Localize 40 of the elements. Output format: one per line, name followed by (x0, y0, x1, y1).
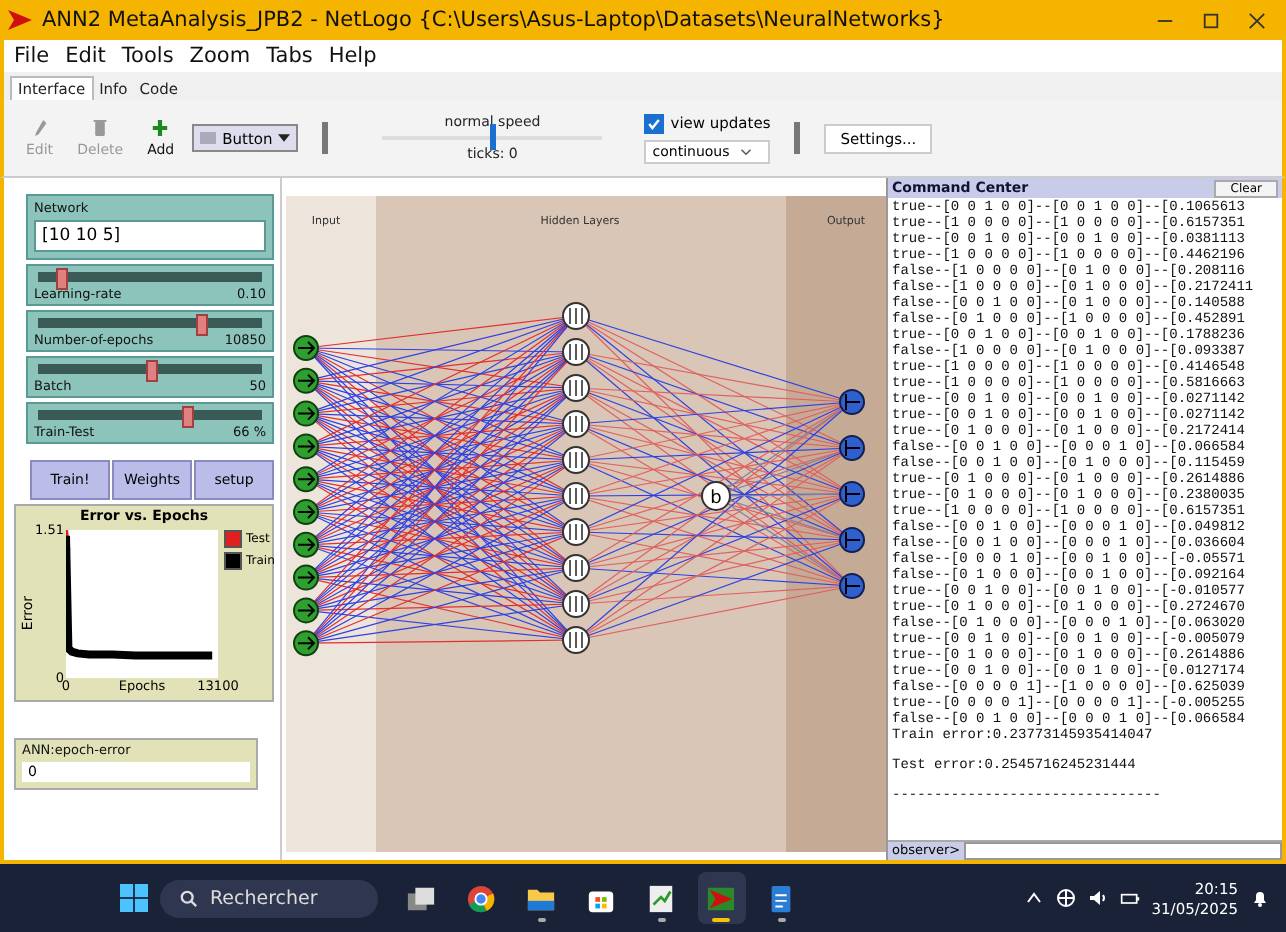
command-input[interactable] (964, 842, 1282, 860)
window-title: ANN2 MetaAnalysis_JPB2 - NetLogo {C:\Users\Asus-Laptop\Datasets\NeuralNetworks} (42, 8, 947, 32)
chevron-down-icon (739, 147, 752, 155)
slider-thumb[interactable] (195, 314, 208, 336)
slider-thumb[interactable] (146, 360, 158, 382)
windows-logo-icon[interactable] (120, 884, 148, 912)
legend-swatch (224, 530, 242, 548)
menu-item[interactable]: Tabs (266, 44, 313, 68)
battery-icon[interactable] (1119, 888, 1140, 908)
search-icon (180, 889, 198, 907)
task-view-icon (406, 883, 437, 913)
menu-item[interactable]: Help (328, 44, 377, 68)
menu-item[interactable]: Edit (65, 44, 106, 68)
menu-item[interactable]: File (14, 44, 50, 68)
globe-icon[interactable] (1055, 888, 1076, 908)
legend-swatch (224, 552, 242, 570)
plus-icon (152, 118, 169, 138)
pencil-icon (31, 118, 48, 138)
taskbar-app[interactable] (697, 872, 746, 924)
trash-icon (92, 118, 109, 138)
network-field[interactable]: [10 10 5] (34, 220, 266, 252)
maximize-icon[interactable] (1202, 11, 1220, 29)
close-icon[interactable] (1248, 11, 1266, 29)
netlogo-app-icon (706, 883, 737, 913)
slider-thumb[interactable] (56, 268, 69, 290)
menu-item[interactable]: Tools (121, 44, 174, 68)
chart-notepad-icon (646, 883, 677, 913)
speed-slider-thumb[interactable] (489, 124, 496, 150)
menu-item[interactable]: Zoom (189, 44, 251, 68)
bell-icon[interactable] (1250, 888, 1270, 908)
slider-thumb[interactable] (181, 406, 194, 428)
widget-icon (200, 132, 217, 144)
caret-icon (278, 134, 291, 142)
search-field[interactable]: Rechercher (160, 879, 378, 917)
bias-label: b (710, 489, 722, 509)
chevron-up-icon[interactable] (1023, 888, 1044, 908)
checkmark-icon (646, 115, 663, 131)
app-logo-icon (8, 10, 32, 30)
speaker-icon[interactable] (1087, 888, 1108, 908)
browser-icon (466, 883, 497, 913)
